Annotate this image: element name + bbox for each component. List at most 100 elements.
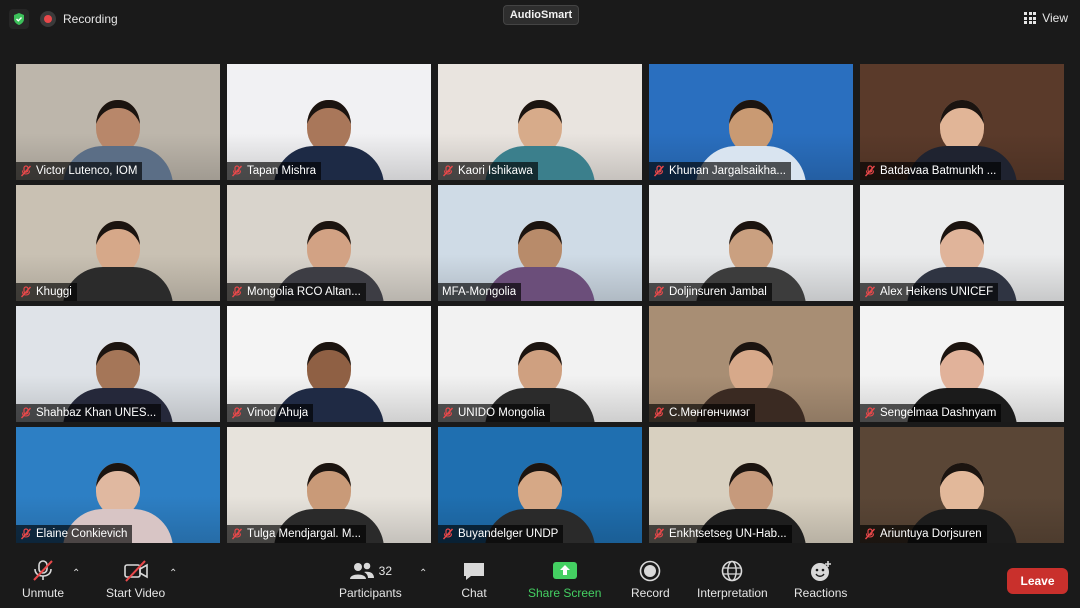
caret-up-icon[interactable]: ⌃ bbox=[419, 568, 427, 579]
participant-name: Alex Heikens UNICEF bbox=[880, 286, 994, 298]
mic-off-icon bbox=[20, 407, 32, 419]
video-tile[interactable]: Alex Heikens UNICEF bbox=[860, 185, 1064, 301]
meeting-toolbar: Unmute ⌃ Start Video ⌃ 32 Participants ⌃… bbox=[0, 552, 1080, 608]
mic-off-icon bbox=[231, 407, 243, 419]
participant-name-label: UNIDO Mongolia bbox=[438, 404, 550, 422]
video-tile[interactable]: Mongolia RCO Altan... bbox=[227, 185, 431, 301]
participant-name-label: Doljinsuren Jambal bbox=[649, 283, 772, 301]
participant-name: Buyandelger UNDP bbox=[458, 528, 559, 540]
participant-name-label: Tapan Mishra bbox=[227, 162, 322, 180]
video-tile[interactable]: Khuggi bbox=[16, 185, 220, 301]
leave-button[interactable]: Leave bbox=[1007, 568, 1068, 594]
reactions-icon bbox=[810, 561, 831, 581]
mic-off-icon bbox=[864, 528, 876, 540]
mic-off-icon bbox=[20, 165, 32, 177]
caret-up-icon[interactable]: ⌃ bbox=[169, 568, 177, 579]
mic-off-icon bbox=[864, 286, 876, 298]
participant-name: С.Мөнгөнчимэг bbox=[669, 407, 751, 419]
participant-name-label: Khuggi bbox=[16, 283, 77, 301]
share-screen-button[interactable]: Share Screen bbox=[528, 560, 601, 600]
mic-off-icon bbox=[20, 286, 32, 298]
unmute-button[interactable]: Unmute bbox=[22, 560, 64, 600]
globe-icon bbox=[722, 560, 743, 582]
mic-off-icon bbox=[653, 528, 665, 540]
video-tile[interactable]: Khunan Jargalsaikha... bbox=[649, 64, 853, 180]
video-tile[interactable]: Vinod Ahuja bbox=[227, 306, 431, 422]
video-tile[interactable]: Shahbaz Khan UNES... bbox=[16, 306, 220, 422]
participant-name: Batdavaa Batmunkh ... bbox=[880, 165, 997, 177]
mic-off-icon bbox=[653, 165, 665, 177]
mic-off-icon bbox=[864, 407, 876, 419]
participant-name-label: С.Мөнгөнчимэг bbox=[649, 404, 756, 422]
participant-name: UNIDO Mongolia bbox=[458, 407, 545, 419]
zoom-meeting-window: Recording AudioSmart View Victor Lutenco… bbox=[0, 0, 1080, 608]
mic-off-icon bbox=[864, 165, 876, 177]
start-video-button[interactable]: Start Video bbox=[106, 560, 165, 600]
participant-name-label: Khunan Jargalsaikha... bbox=[649, 162, 791, 180]
grid-view-icon bbox=[1024, 12, 1037, 24]
participant-name: Mongolia RCO Altan... bbox=[247, 286, 361, 298]
participant-name-label: MFA-Mongolia bbox=[438, 283, 522, 301]
top-bar: Recording AudioSmart View bbox=[0, 0, 1080, 40]
mic-off-icon bbox=[231, 165, 243, 177]
shield-icon[interactable] bbox=[9, 9, 29, 29]
video-tile[interactable]: Kaori Ishikawa bbox=[438, 64, 642, 180]
video-tile[interactable]: Doljinsuren Jambal bbox=[649, 185, 853, 301]
participant-name-label: Victor Lutenco, IOM bbox=[16, 162, 143, 180]
recording-indicator[interactable]: Recording bbox=[40, 9, 118, 29]
video-tile[interactable]: MFA-Mongolia bbox=[438, 185, 642, 301]
mic-off-icon bbox=[442, 407, 454, 419]
participant-name-label: Kaori Ishikawa bbox=[438, 162, 538, 180]
video-tile[interactable]: Tapan Mishra bbox=[227, 64, 431, 180]
share-screen-icon bbox=[552, 562, 577, 579]
record-label: Record bbox=[631, 586, 670, 600]
participant-name: Doljinsuren Jambal bbox=[669, 286, 767, 298]
recording-label: Recording bbox=[63, 12, 118, 26]
participant-name: Elaine Conkievich bbox=[36, 528, 128, 540]
participant-name: Tulga Mendjargal. M... bbox=[247, 528, 361, 540]
participant-name-label: Ariuntuya Dorjsuren bbox=[860, 525, 987, 543]
video-tile[interactable]: UNIDO Mongolia bbox=[438, 306, 642, 422]
participant-name: Shahbaz Khan UNES... bbox=[36, 407, 157, 419]
mic-off-icon bbox=[231, 528, 243, 540]
audiosmart-badge[interactable]: AudioSmart bbox=[503, 5, 579, 25]
participant-name: Vinod Ahuja bbox=[247, 407, 309, 419]
participant-name-label: Alex Heikens UNICEF bbox=[860, 283, 999, 301]
mic-off-icon bbox=[231, 286, 243, 298]
mic-off-icon bbox=[442, 528, 454, 540]
video-tile[interactable]: Sengelmaa Dashnyam bbox=[860, 306, 1064, 422]
start-video-label: Start Video bbox=[106, 586, 166, 600]
mic-off-icon bbox=[653, 286, 665, 298]
participants-icon bbox=[349, 562, 374, 579]
reactions-label: Reactions bbox=[794, 586, 848, 600]
participants-button[interactable]: 32 Participants bbox=[339, 560, 402, 600]
video-tile[interactable]: Batdavaa Batmunkh ... bbox=[860, 64, 1064, 180]
participant-name: Victor Lutenco, IOM bbox=[36, 165, 138, 177]
video-tile[interactable]: Ariuntuya Dorjsuren bbox=[860, 427, 1064, 543]
video-tile[interactable]: С.Мөнгөнчимэг bbox=[649, 306, 853, 422]
caret-up-icon[interactable]: ⌃ bbox=[72, 568, 80, 579]
participant-name-label: Buyandelger UNDP bbox=[438, 525, 564, 543]
participant-name-label: Vinod Ahuja bbox=[227, 404, 314, 422]
participant-name-label: Sengelmaa Dashnyam bbox=[860, 404, 1002, 422]
record-dot-icon bbox=[40, 11, 56, 27]
view-label: View bbox=[1042, 11, 1068, 25]
share-screen-label: Share Screen bbox=[528, 586, 602, 600]
mic-off-icon bbox=[33, 560, 53, 581]
video-tile[interactable]: Buyandelger UNDP bbox=[438, 427, 642, 543]
participant-name-label: Batdavaa Batmunkh ... bbox=[860, 162, 1002, 180]
participant-name-label: Tulga Mendjargal. M... bbox=[227, 525, 366, 543]
reactions-button[interactable]: Reactions bbox=[794, 560, 847, 600]
view-button[interactable]: View bbox=[1024, 8, 1068, 28]
video-tile[interactable]: Victor Lutenco, IOM bbox=[16, 64, 220, 180]
participant-name: Enkhtsetseg UN-Hab... bbox=[669, 528, 787, 540]
interpretation-button[interactable]: Interpretation bbox=[697, 560, 768, 600]
record-button[interactable]: Record bbox=[631, 560, 670, 600]
video-tile[interactable]: Elaine Conkievich bbox=[16, 427, 220, 543]
video-tile[interactable]: Enkhtsetseg UN-Hab... bbox=[649, 427, 853, 543]
chat-button[interactable]: Chat bbox=[461, 560, 487, 600]
participant-figure bbox=[63, 221, 173, 301]
participant-name: Kaori Ishikawa bbox=[458, 165, 533, 177]
video-tile[interactable]: Tulga Mendjargal. M... bbox=[227, 427, 431, 543]
participant-name: MFA-Mongolia bbox=[442, 286, 517, 298]
